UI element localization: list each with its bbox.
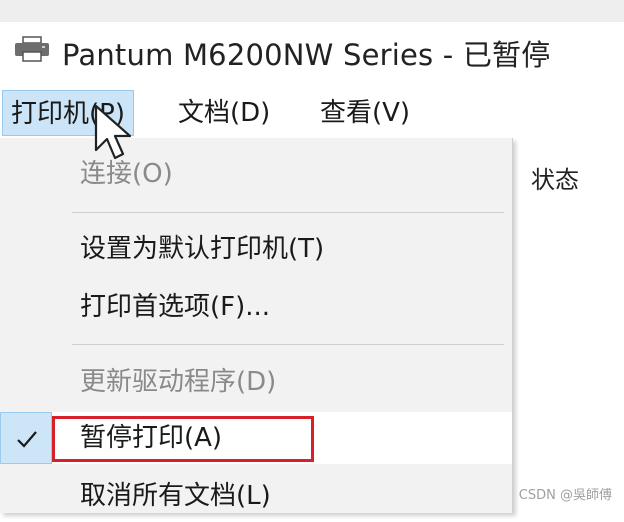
menu-item-label: 打印首选项(F)...: [80, 292, 271, 322]
menu-item-connect[interactable]: 连接(O): [0, 148, 512, 200]
menu-item-label: 设置为默认打印机(T): [80, 234, 325, 264]
mouse-pointer-icon: [94, 104, 132, 160]
menu-item-print-preferences[interactable]: 打印首选项(F)...: [0, 281, 512, 333]
window-title: Pantum M6200NW Series - 已暂停: [62, 38, 551, 72]
menu-separator: [72, 212, 504, 213]
menu-item-label: 取消所有文档(L): [80, 481, 271, 511]
menu-item-cancel-all-documents[interactable]: 取消所有文档(L): [0, 470, 512, 522]
check-gutter: [0, 412, 52, 464]
list-header: 状态: [510, 140, 624, 220]
menu-separator: [72, 344, 504, 345]
printer-icon: [15, 36, 49, 62]
watermark: CSDN @吳師傅: [518, 488, 612, 503]
menu-view[interactable]: 查看(V): [312, 90, 418, 136]
printer-dropdown-menu: 连接(O) 设置为默认打印机(T) 打印首选项(F)... 更新驱动程序(D) …: [0, 138, 513, 513]
menu-item-label: 暂停打印(A): [80, 423, 223, 453]
menu-item-pause-printing[interactable]: 暂停打印(A): [0, 412, 512, 464]
menu-item-set-default[interactable]: 设置为默认打印机(T): [0, 223, 512, 275]
menu-item-update-driver[interactable]: 更新驱动程序(D): [0, 356, 512, 408]
top-strip: [0, 0, 624, 23]
column-header-status[interactable]: 状态: [531, 160, 579, 195]
menu-item-label: 更新驱动程序(D): [80, 367, 277, 397]
checkmark-icon: [17, 431, 37, 448]
menu-document[interactable]: 文档(D): [170, 90, 278, 136]
title-bar: Pantum M6200NW Series - 已暂停: [0, 22, 624, 80]
